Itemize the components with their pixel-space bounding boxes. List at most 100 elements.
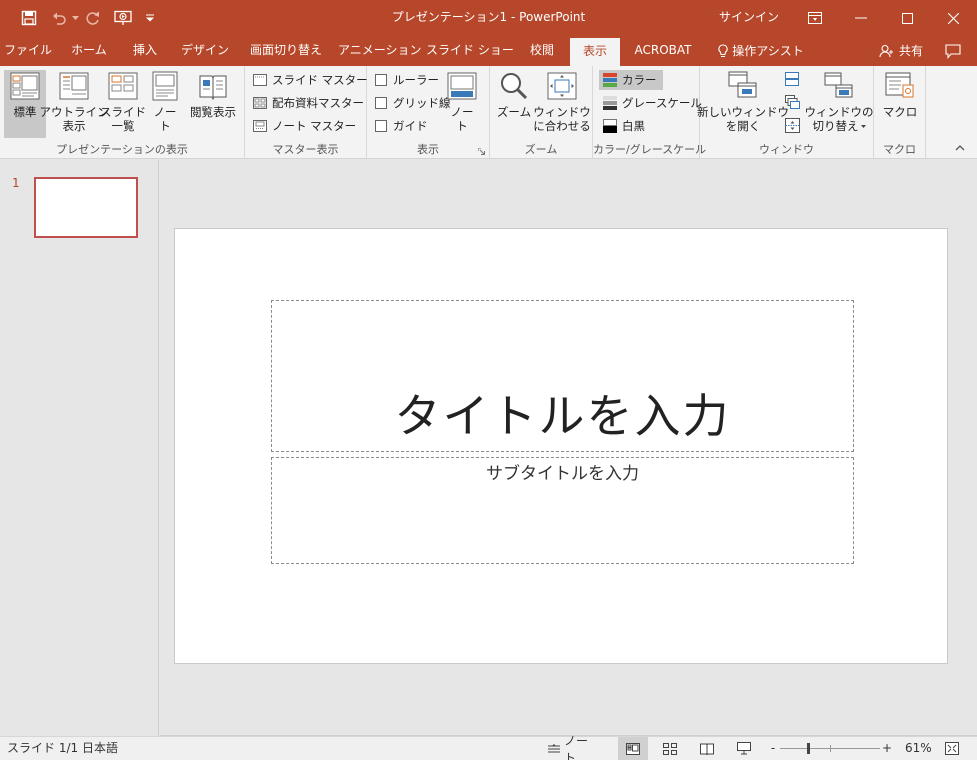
signin-button[interactable]: サインイン xyxy=(712,0,786,36)
gridlines-checkbox[interactable]: グリッド線 xyxy=(375,93,451,113)
tab-insert[interactable]: 挿入 xyxy=(124,36,166,66)
normal-view-status-icon[interactable] xyxy=(618,737,648,760)
slide-sorter-label-2: 一覧 xyxy=(111,119,135,133)
tab-animations[interactable]: アニメーション xyxy=(338,36,422,66)
group-show-label: 表示 xyxy=(417,143,439,156)
close-icon[interactable] xyxy=(930,0,976,36)
notes-status-icon xyxy=(548,743,560,754)
undo-icon[interactable] xyxy=(48,0,70,36)
color-swatch-icon xyxy=(602,73,618,87)
save-icon[interactable] xyxy=(16,0,42,36)
slideshow-status-icon[interactable] xyxy=(729,737,759,760)
notes-toggle-button[interactable]: ノー ト xyxy=(445,70,479,133)
window-title: プレゼンテーション1 - PowerPoint xyxy=(391,10,586,24)
notes-status-button[interactable]: ノート xyxy=(548,734,598,760)
group-zoom-label: ズーム xyxy=(524,143,558,156)
fit-to-window-icon xyxy=(547,70,577,102)
slide-thumbnail[interactable] xyxy=(34,177,138,238)
reading-view-icon xyxy=(198,70,228,102)
ribbon-display-options-icon[interactable] xyxy=(792,0,838,36)
magnifier-icon xyxy=(499,70,529,102)
switch-windows-dropdown-icon xyxy=(860,124,866,128)
slide-master-icon xyxy=(252,73,268,87)
fit-to-window-button[interactable]: ウィンドウ に合わせる xyxy=(533,70,591,133)
slide-count: スライド 1/1 xyxy=(7,741,79,755)
slide-master-button[interactable]: スライド マスター xyxy=(252,70,368,90)
switch-windows-button[interactable]: ウィンドウの 切り替え xyxy=(805,70,874,133)
tab-review[interactable]: 校閲 xyxy=(520,36,564,66)
color-button[interactable]: カラー xyxy=(599,70,663,90)
language-indicator[interactable]: 日本語 xyxy=(82,737,118,760)
ribbon-tab-bar: ファイル ホーム 挿入 デザイン 画面切り替え アニメーション スライド ショー… xyxy=(0,36,977,66)
reading-view-status-icon[interactable] xyxy=(692,737,722,760)
notes-toggle-label-2: ト xyxy=(456,119,468,133)
move-split-icon[interactable] xyxy=(785,118,801,134)
tell-me-box[interactable]: 操作アシスト xyxy=(716,36,806,66)
black-white-button[interactable]: 白黒 xyxy=(602,116,645,136)
subtitle-placeholder[interactable]: サブタイトルを入力 xyxy=(271,457,854,564)
tab-view[interactable]: 表示 xyxy=(570,38,620,66)
title-placeholder-text: タイトルを入力 xyxy=(394,389,731,443)
zoom-in-button[interactable]: + xyxy=(880,737,894,760)
undo-dropdown-icon[interactable] xyxy=(70,0,80,36)
ruler-checkbox-box[interactable] xyxy=(375,74,387,86)
slide-sorter-status-icon[interactable] xyxy=(655,737,685,760)
tab-transitions[interactable]: 画面切り替え xyxy=(244,36,328,66)
switch-windows-label-1: ウィンドウの xyxy=(804,105,874,119)
guides-checkbox-box[interactable] xyxy=(375,120,387,132)
zoom-slider-center-tick xyxy=(830,745,831,752)
arrange-all-icon[interactable] xyxy=(785,72,801,88)
fit-slide-to-window-icon[interactable] xyxy=(942,737,962,760)
grayscale-swatch-icon xyxy=(602,96,618,110)
tab-slideshow[interactable]: スライド ショー xyxy=(426,36,514,66)
subtitle-placeholder-text: サブタイトルを入力 xyxy=(486,464,639,484)
gridlines-checkbox-box[interactable] xyxy=(375,97,387,109)
normal-view-button[interactable]: 標準 xyxy=(4,70,46,138)
cascade-icon[interactable] xyxy=(785,95,801,111)
handout-master-button[interactable]: 配布資料マスター xyxy=(252,93,364,113)
tab-design[interactable]: デザイン xyxy=(178,36,232,66)
customize-qat-icon[interactable] xyxy=(142,0,158,36)
redo-icon[interactable] xyxy=(82,0,104,36)
zoom-button[interactable]: ズーム xyxy=(496,70,532,119)
slide-canvas[interactable]: タイトルを入力 サブタイトルを入力 xyxy=(174,228,948,664)
notes-page-button[interactable]: ノー ト xyxy=(146,70,184,133)
reading-view-button[interactable]: 閲覧表示 xyxy=(186,70,240,119)
maximize-icon[interactable] xyxy=(884,0,930,36)
tab-acrobat[interactable]: ACROBAT xyxy=(628,36,698,66)
grayscale-button[interactable]: グレースケール xyxy=(602,93,702,113)
share-button[interactable]: 共有 xyxy=(872,36,930,66)
comments-icon[interactable] xyxy=(938,36,968,66)
switch-windows-label-2: 切り替え xyxy=(812,119,859,133)
black-white-swatch-icon xyxy=(602,119,618,133)
macros-button[interactable]: マクロ xyxy=(880,70,920,119)
slide-sorter-label-1: スライド xyxy=(100,105,146,119)
title-placeholder[interactable]: タイトルを入力 xyxy=(271,300,854,452)
guides-label: ガイド xyxy=(393,119,428,133)
notes-master-label: ノート マスター xyxy=(272,119,357,133)
outline-view-button[interactable]: アウトライン 表示 xyxy=(40,70,109,133)
notes-status-label: ノート xyxy=(564,733,589,760)
new-window-button[interactable]: 新しいウィンドウ を開く xyxy=(697,70,789,133)
notes-master-icon xyxy=(252,119,268,133)
minimize-icon[interactable] xyxy=(838,0,884,36)
slide-sorter-button[interactable]: スライド 一覧 xyxy=(100,70,146,133)
present-from-start-icon[interactable] xyxy=(110,0,136,36)
handout-master-icon xyxy=(252,96,268,110)
group-master-views-label: マスター表示 xyxy=(272,143,339,156)
guides-checkbox[interactable]: ガイド xyxy=(375,116,428,136)
collapse-ribbon-icon[interactable] xyxy=(955,145,969,157)
tab-home[interactable]: ホーム xyxy=(64,36,114,66)
tab-file[interactable]: ファイル xyxy=(4,36,52,66)
group-presentation-views-label: プレゼンテーションの表示 xyxy=(56,143,188,156)
ruler-checkbox[interactable]: ルーラー xyxy=(375,70,439,90)
zoom-level[interactable]: 61% xyxy=(905,737,932,760)
fit-to-window-label-1: ウィンドウ xyxy=(533,105,591,119)
zoom-out-button[interactable]: - xyxy=(768,737,778,760)
group-master-views: スライド マスター 配布資料マスター ノート マスター マスター表示 xyxy=(245,66,368,159)
macros-label: マクロ xyxy=(882,105,918,119)
group-macros: マクロ マクロ xyxy=(874,66,926,159)
notes-master-button[interactable]: ノート マスター xyxy=(252,116,356,136)
zoom-slider-thumb[interactable] xyxy=(807,743,810,754)
group-window-label: ウィンドウ xyxy=(759,143,814,156)
